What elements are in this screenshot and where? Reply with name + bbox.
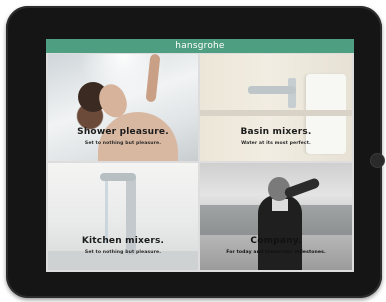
counter-image	[200, 110, 352, 116]
tile-subtitle: Set to nothing but pleasure.	[84, 250, 162, 255]
tile-caption: Kitchen mixers. Set to nothing but pleas…	[48, 236, 198, 255]
tile-company[interactable]: Company. For today and tomorrow: milesto…	[200, 163, 352, 270]
water-stream-image	[105, 181, 108, 243]
app-screen: hansgrohe Shower pleasure. Set to nothin…	[46, 39, 354, 272]
tile-caption: Basin mixers. Water at its most perfect.	[200, 127, 352, 146]
tile-subtitle: Set to nothing but pleasure.	[84, 141, 162, 146]
tile-title: Kitchen mixers.	[81, 236, 165, 246]
kitchen-mixer-spout-image	[100, 173, 136, 181]
tile-subtitle: For today and tomorrow: milestones.	[226, 250, 326, 255]
tile-shower-pleasure[interactable]: Shower pleasure. Set to nothing but plea…	[48, 54, 198, 161]
tile-title: Shower pleasure.	[77, 127, 169, 137]
tile-title: Company.	[250, 236, 302, 246]
tablet-device: hansgrohe Shower pleasure. Set to nothin…	[6, 6, 385, 298]
tile-subtitle: Water at its most perfect.	[241, 141, 311, 146]
man-arm-image	[283, 177, 321, 199]
tile-kitchen-mixers[interactable]: Kitchen mixers. Set to nothing but pleas…	[48, 163, 198, 270]
tile-basin-mixers[interactable]: Basin mixers. Water at its most perfect.	[200, 54, 352, 161]
tile-caption: Shower pleasure. Set to nothing but plea…	[48, 127, 198, 146]
tile-title: Basin mixers.	[240, 127, 312, 137]
tile-caption: Company. For today and tomorrow: milesto…	[200, 236, 352, 255]
brand-logo: hansgrohe	[175, 41, 225, 51]
home-button[interactable]	[370, 153, 385, 168]
basin-mixer-spout-image	[248, 86, 296, 94]
brand-header: hansgrohe	[46, 39, 354, 53]
